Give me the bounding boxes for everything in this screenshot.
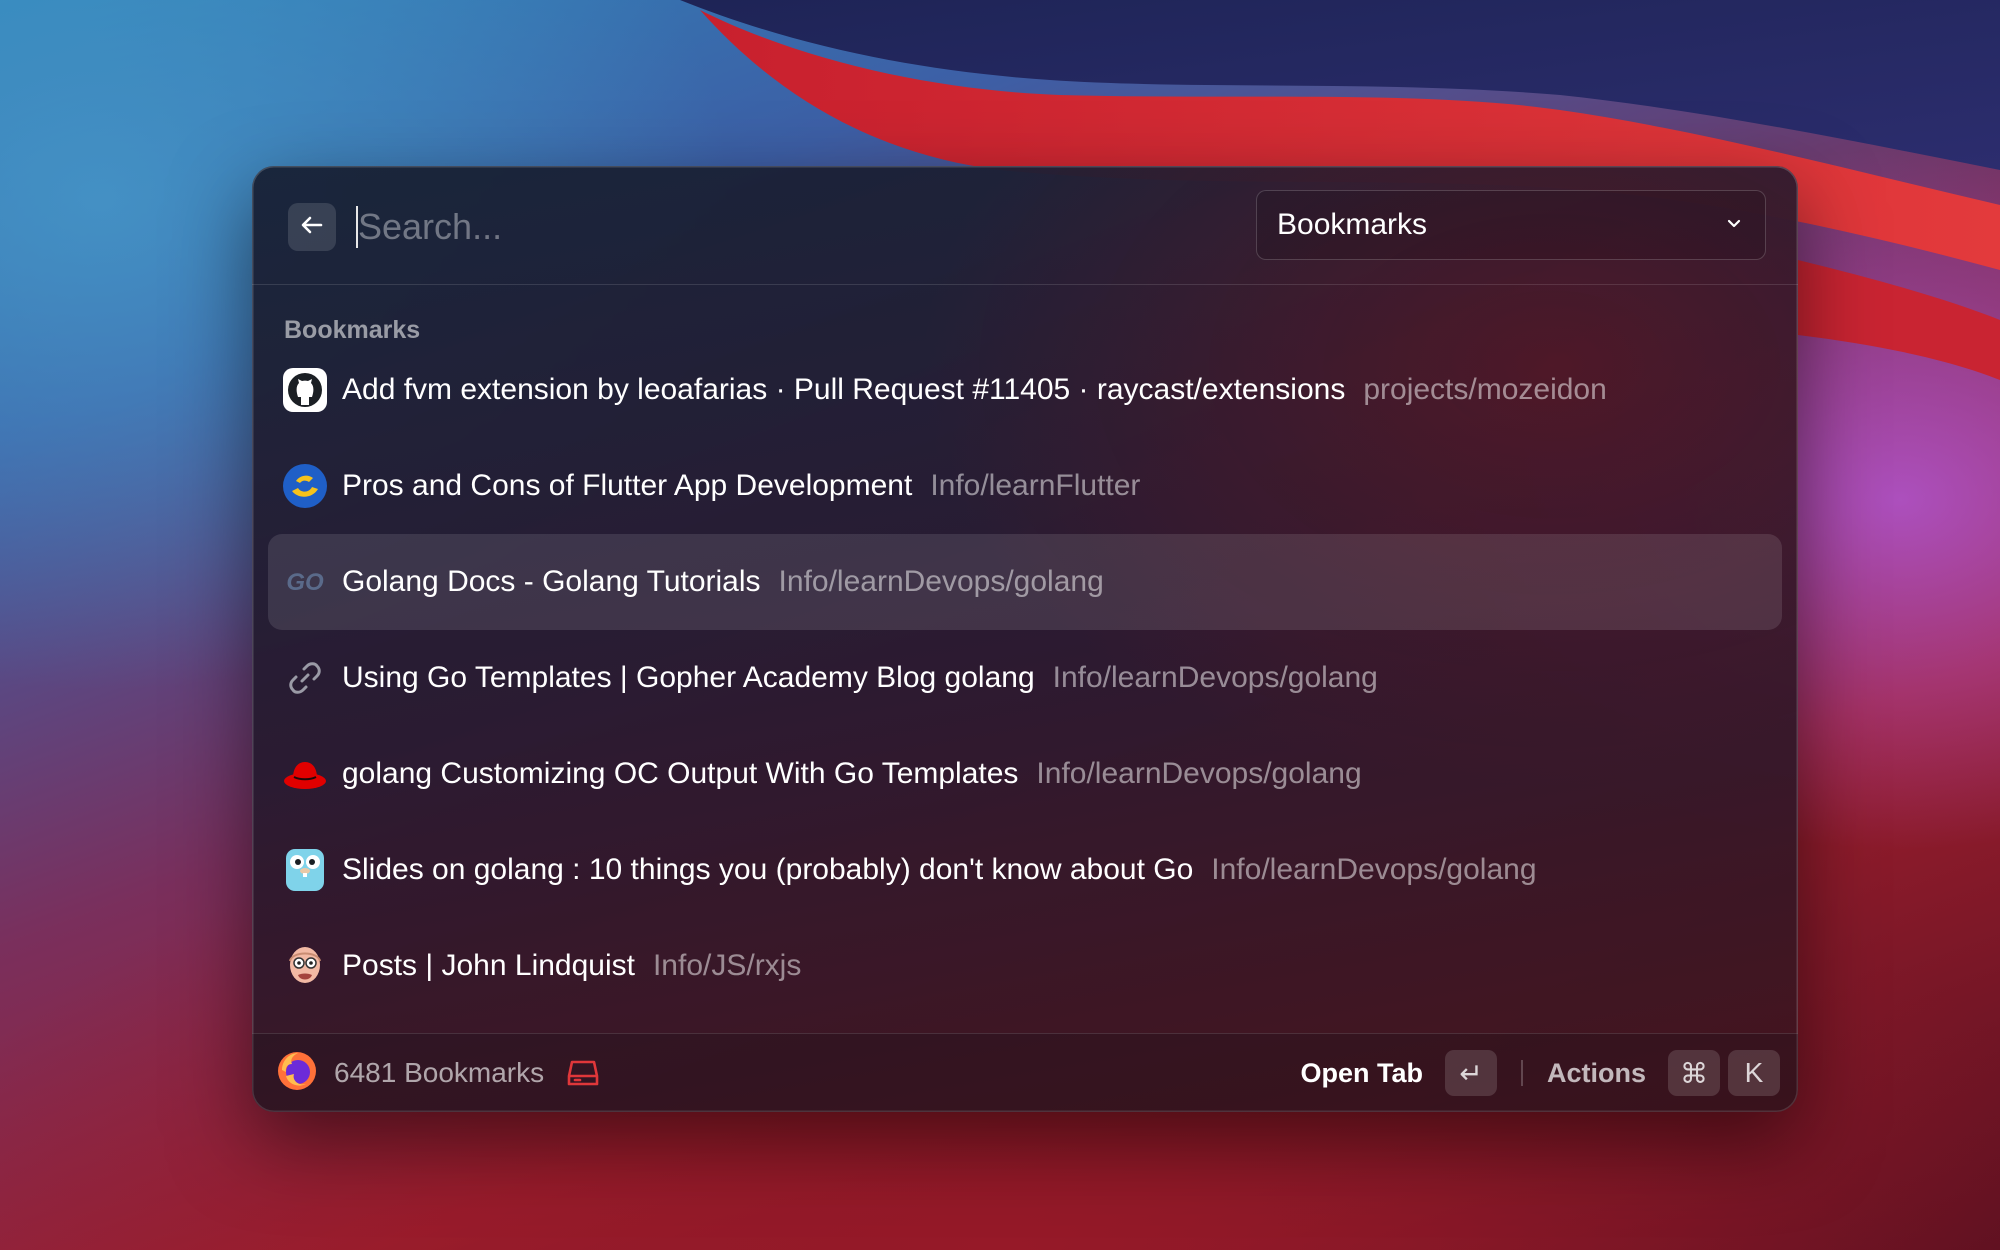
bookmark-count: 6481 Bookmarks (334, 1057, 545, 1088)
open-tab-action[interactable]: Open Tab (1300, 1058, 1423, 1089)
arrow-left-icon (299, 212, 325, 243)
bookmark-row[interactable]: Slides on golang : 10 things you (probab… (268, 822, 1782, 918)
action-separator (1520, 1060, 1523, 1086)
bookmark-title: Posts | John Lindquist (342, 949, 635, 982)
bookmark-folder: Info/learnDevops/golang (778, 565, 1104, 598)
redhat-icon (282, 751, 328, 797)
github-icon (282, 367, 328, 413)
back-button[interactable] (288, 203, 336, 251)
firefox-icon (276, 1050, 318, 1097)
bookmark-title: golang Customizing OC Output With Go Tem… (342, 757, 1019, 790)
dropdown-selected-value: Bookmarks (1277, 208, 1428, 241)
search-input[interactable] (354, 194, 1158, 260)
text-cursor (356, 206, 358, 248)
search-header: Bookmarks (252, 166, 1798, 285)
bookmark-row-selected[interactable]: GO Golang Docs - Golang Tutorials Info/l… (268, 534, 1782, 630)
bookmark-row[interactable]: Posts | John Lindquist Info/JS/rxjs (268, 918, 1782, 1014)
go-logo-icon: GO (282, 559, 328, 605)
bookmark-row[interactable]: Using Go Templates | Gopher Academy Blog… (268, 630, 1782, 726)
bookmark-folder: Info/learnDevops/golang (1036, 757, 1362, 790)
link-icon (282, 655, 328, 701)
bookmark-row[interactable]: Add fvm extension by leoafarias · Pull R… (268, 342, 1782, 438)
bookmark-title: Add fvm extension by leoafarias · Pull R… (342, 373, 1346, 406)
gopher-icon (282, 847, 328, 893)
flutter-site-icon (282, 463, 328, 509)
bookmark-folder: Info/learnDevops/golang (1211, 853, 1537, 886)
bookmark-title: Slides on golang : 10 things you (probab… (342, 853, 1194, 886)
k-key-hint: K (1728, 1050, 1780, 1096)
bookmark-folder: Info/JS/rxjs (652, 949, 802, 982)
bookmark-search-window: Bookmarks Bookmarks Add fvm extension by… (252, 166, 1798, 1112)
bookmark-row[interactable]: golang Customizing OC Output With Go Tem… (268, 726, 1782, 822)
avatar-icon (282, 943, 328, 989)
chevron-down-icon (1723, 212, 1745, 239)
bookmark-title: Pros and Cons of Flutter App Development (342, 469, 913, 502)
bookmarks-filter-dropdown[interactable]: Bookmarks (1256, 190, 1766, 260)
bookmark-folder: Info/learnDevops/golang (1052, 661, 1378, 694)
bookmark-title: Golang Docs - Golang Tutorials (342, 565, 761, 598)
storage-drive-icon[interactable] (566, 1056, 600, 1090)
bookmark-folder: Info/learnFlutter (930, 469, 1141, 502)
action-bar: 6481 Bookmarks Open Tab ↵ Actions ⌘ K (252, 1033, 1798, 1112)
bookmark-list: Add fvm extension by leoafarias · Pull R… (268, 342, 1782, 1014)
svg-text:GO: GO (286, 569, 324, 596)
actions-button[interactable]: Actions (1547, 1058, 1646, 1089)
bookmark-row[interactable]: Pros and Cons of Flutter App Development… (268, 438, 1782, 534)
enter-key-hint: ↵ (1444, 1050, 1497, 1096)
bookmark-folder: projects/mozeidon (1363, 373, 1607, 406)
bookmark-title: Using Go Templates | Gopher Academy Blog… (342, 661, 1035, 694)
section-title: Bookmarks (284, 316, 421, 344)
command-key-hint: ⌘ (1668, 1050, 1720, 1096)
